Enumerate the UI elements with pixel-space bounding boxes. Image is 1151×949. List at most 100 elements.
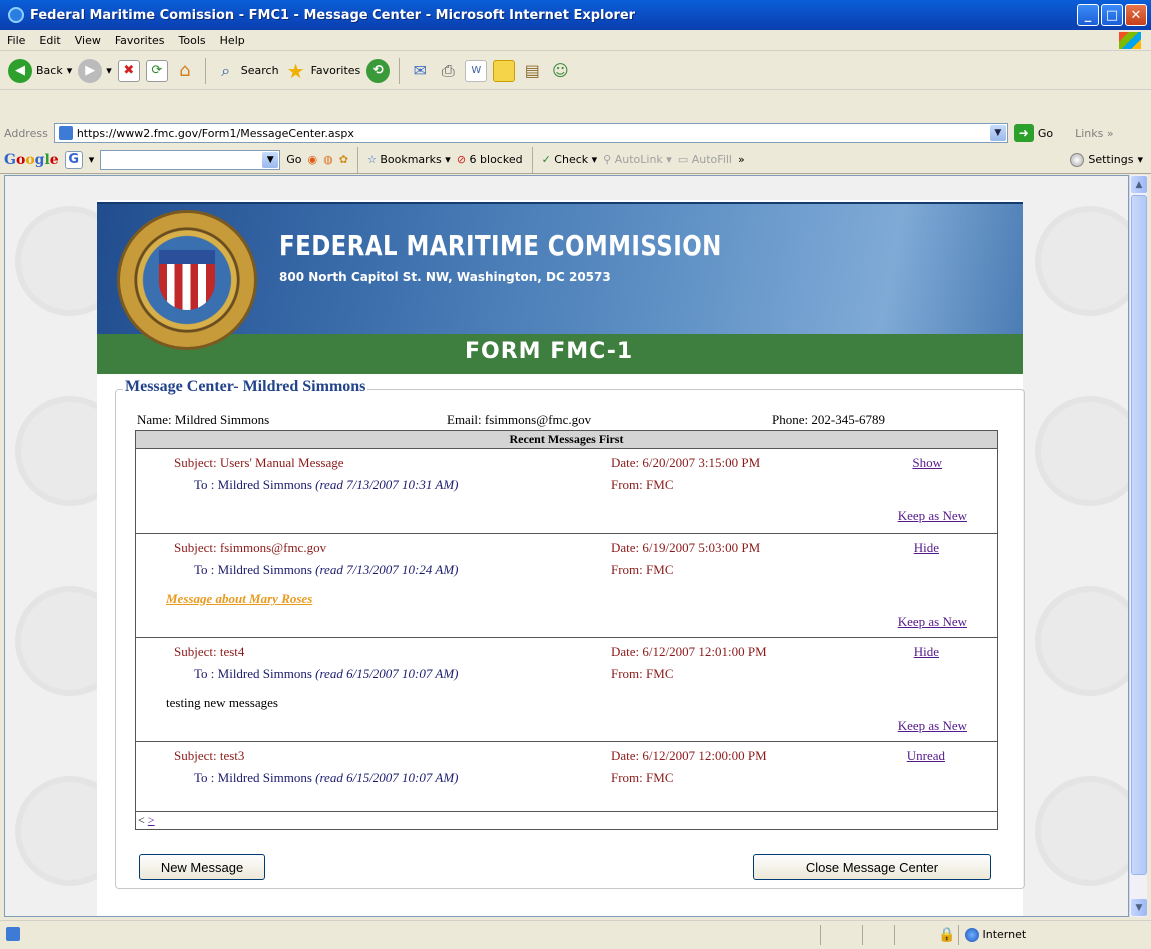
google-logo: Google: [4, 151, 59, 168]
form-title: FORM FMC-1: [465, 339, 634, 364]
settings-button[interactable]: Settings ▾: [1070, 152, 1143, 167]
message-sender: From: FMC: [611, 562, 674, 577]
message-sender: From: FMC: [611, 477, 674, 492]
message-recipient: To : Mildred Simmons (read 6/15/2007 10:…: [194, 770, 459, 785]
internet-explorer-icon: [8, 7, 24, 23]
popup-blocker-button[interactable]: ⊘ 6 blocked: [457, 153, 523, 166]
read-timestamp: (read 7/13/2007 10:31 AM): [315, 477, 459, 492]
message-subject: Subject: fsimmons@fmc.gov: [174, 540, 327, 555]
history-icon[interactable]: ⟲: [366, 58, 391, 83]
google-search-dropdown-icon[interactable]: ▼: [262, 151, 279, 168]
vertical-scrollbar[interactable]: ▲ ▼: [1129, 175, 1147, 917]
search-icon: ⌕: [221, 60, 231, 80]
menu-file[interactable]: File: [0, 34, 32, 47]
windows-logo-icon: [1119, 32, 1141, 49]
close-button[interactable]: ✕: [1125, 4, 1147, 26]
spell-check-button[interactable]: ✓ Check ▾: [542, 153, 598, 166]
refresh-icon[interactable]: ⟳: [145, 59, 168, 82]
autolink-button[interactable]: ⚲ AutoLink ▾: [603, 153, 672, 166]
links-button[interactable]: Links »: [1075, 127, 1114, 140]
address-bar: Address https://www2.fmc.gov/Form1/Messa…: [0, 121, 1151, 145]
autofill-icon: ▭: [677, 153, 689, 166]
menu-help[interactable]: Help: [213, 34, 252, 47]
message-date: Date: 6/20/2007 3:15:00 PM: [611, 455, 761, 470]
toolbar-divider: [399, 57, 401, 84]
go-button[interactable]: ➜ Go: [1013, 124, 1053, 142]
settings-icon: [1070, 152, 1085, 167]
agency-address: 800 North Capitol St. NW, Washington, DC…: [279, 270, 611, 284]
message-date: Date: 6/12/2007 12:01:00 PM: [611, 644, 767, 659]
hide-link[interactable]: Hide: [914, 644, 939, 660]
menu-favorites[interactable]: Favorites: [108, 34, 172, 47]
edit-word-icon[interactable]: W: [465, 59, 488, 82]
agency-title: FEDERAL MARITIME COMMISSION: [279, 229, 722, 262]
new-message-button[interactable]: New Message: [139, 854, 265, 880]
fmc-seal-icon: [117, 210, 257, 350]
toolbar-overflow-icon[interactable]: »: [738, 153, 745, 166]
status-bar: 🔒 Internet: [0, 920, 1151, 949]
zone-label: Internet: [982, 928, 1027, 941]
keep-as-new-link[interactable]: Keep as New: [898, 718, 967, 734]
menu-edit[interactable]: Edit: [32, 34, 67, 47]
research-icon[interactable]: ▤: [521, 60, 543, 82]
read-timestamp: (read 6/15/2007 10:07 AM): [315, 770, 459, 785]
messenger-icon[interactable]: ☺: [549, 60, 571, 82]
autofill-button[interactable]: ▭ AutoFill: [678, 153, 732, 166]
scroll-down-icon[interactable]: ▼: [1131, 899, 1147, 916]
message-row: Subject: test3 To : Mildred Simmons (rea…: [136, 742, 997, 806]
message-recipient: To : Mildred Simmons (read 6/15/2007 10:…: [194, 666, 459, 681]
status-cell: [894, 925, 924, 945]
maximize-button[interactable]: □: [1101, 4, 1123, 26]
print-icon[interactable]: ⎙: [437, 60, 459, 82]
google-news-icon[interactable]: ✿: [339, 153, 348, 166]
back-button[interactable]: ◀ Back ▾: [8, 58, 72, 83]
keep-as-new-link[interactable]: Keep as New: [898, 614, 967, 630]
prev-page-link[interactable]: <: [138, 813, 145, 827]
google-go-button[interactable]: Go: [286, 153, 301, 166]
scroll-thumb[interactable]: [1131, 195, 1147, 875]
bookmarks-star-icon: ☆: [366, 153, 377, 166]
user-name: Name: Mildred Simmons: [137, 412, 270, 427]
google-menu-dropdown-icon[interactable]: ▾: [89, 153, 95, 166]
message-center-title: Message Center- Mildred Simmons: [123, 378, 368, 396]
search-button[interactable]: ⌕ Search: [215, 60, 279, 82]
home-icon[interactable]: ⌂: [174, 60, 196, 82]
address-url: https://www2.fmc.gov/Form1/MessageCenter…: [76, 126, 354, 140]
page-container: FEDERAL MARITIME COMMISSION 800 North Ca…: [97, 200, 1025, 916]
status-cell: [862, 925, 892, 945]
keep-as-new-link[interactable]: Keep as New: [898, 508, 967, 524]
message-recipient: To : Mildred Simmons (read 7/13/2007 10:…: [194, 477, 459, 492]
hide-link[interactable]: Hide: [914, 540, 939, 556]
google-menu-icon[interactable]: G: [64, 150, 83, 169]
user-email: Email: fsimmons@fmc.gov: [447, 412, 592, 427]
forward-button[interactable]: ▶ ▾: [78, 58, 112, 83]
show-link[interactable]: Show: [912, 455, 942, 471]
form-title-bar: FORM FMC-1: [97, 334, 1023, 374]
background-seal-icon: [1035, 776, 1128, 886]
bookmarks-button[interactable]: ☆ Bookmarks ▾: [367, 153, 451, 166]
favorites-button[interactable]: ★ Favorites: [285, 59, 361, 83]
close-message-center-button[interactable]: Close Message Center: [753, 854, 991, 880]
address-input[interactable]: https://www2.fmc.gov/Form1/MessageCenter…: [53, 123, 1008, 143]
message-attachment-link[interactable]: Message about Mary Roses: [166, 591, 312, 607]
unread-link[interactable]: Unread: [907, 748, 945, 764]
stop-icon[interactable]: ✖: [117, 59, 140, 82]
scroll-up-icon[interactable]: ▲: [1131, 176, 1147, 193]
address-dropdown-icon[interactable]: ▼: [989, 125, 1006, 141]
menu-tools[interactable]: Tools: [172, 34, 213, 47]
next-page-link[interactable]: >: [148, 813, 155, 827]
forward-dropdown-icon: ▾: [106, 64, 112, 77]
google-search-input[interactable]: ▼: [100, 149, 281, 170]
google-search-site-icon[interactable]: ◉: [308, 153, 318, 166]
minimize-button[interactable]: _: [1077, 4, 1099, 26]
discuss-icon[interactable]: [493, 59, 516, 82]
google-toolbar: Google G ▾ ▼ Go ◉ ◍ ✿ ☆ Bookmarks ▾ ⊘ 6 …: [0, 146, 1151, 174]
mail-icon[interactable]: ✉: [409, 60, 431, 82]
background-seal-icon: [1035, 586, 1128, 696]
search-label: Search: [240, 64, 279, 77]
google-pagerank-icon[interactable]: ◍: [323, 153, 333, 166]
zone-indicator: Internet: [958, 925, 1128, 945]
message-sender: From: FMC: [611, 666, 674, 681]
menu-bar: File Edit View Favorites Tools Help: [0, 30, 1151, 51]
menu-view[interactable]: View: [68, 34, 108, 47]
